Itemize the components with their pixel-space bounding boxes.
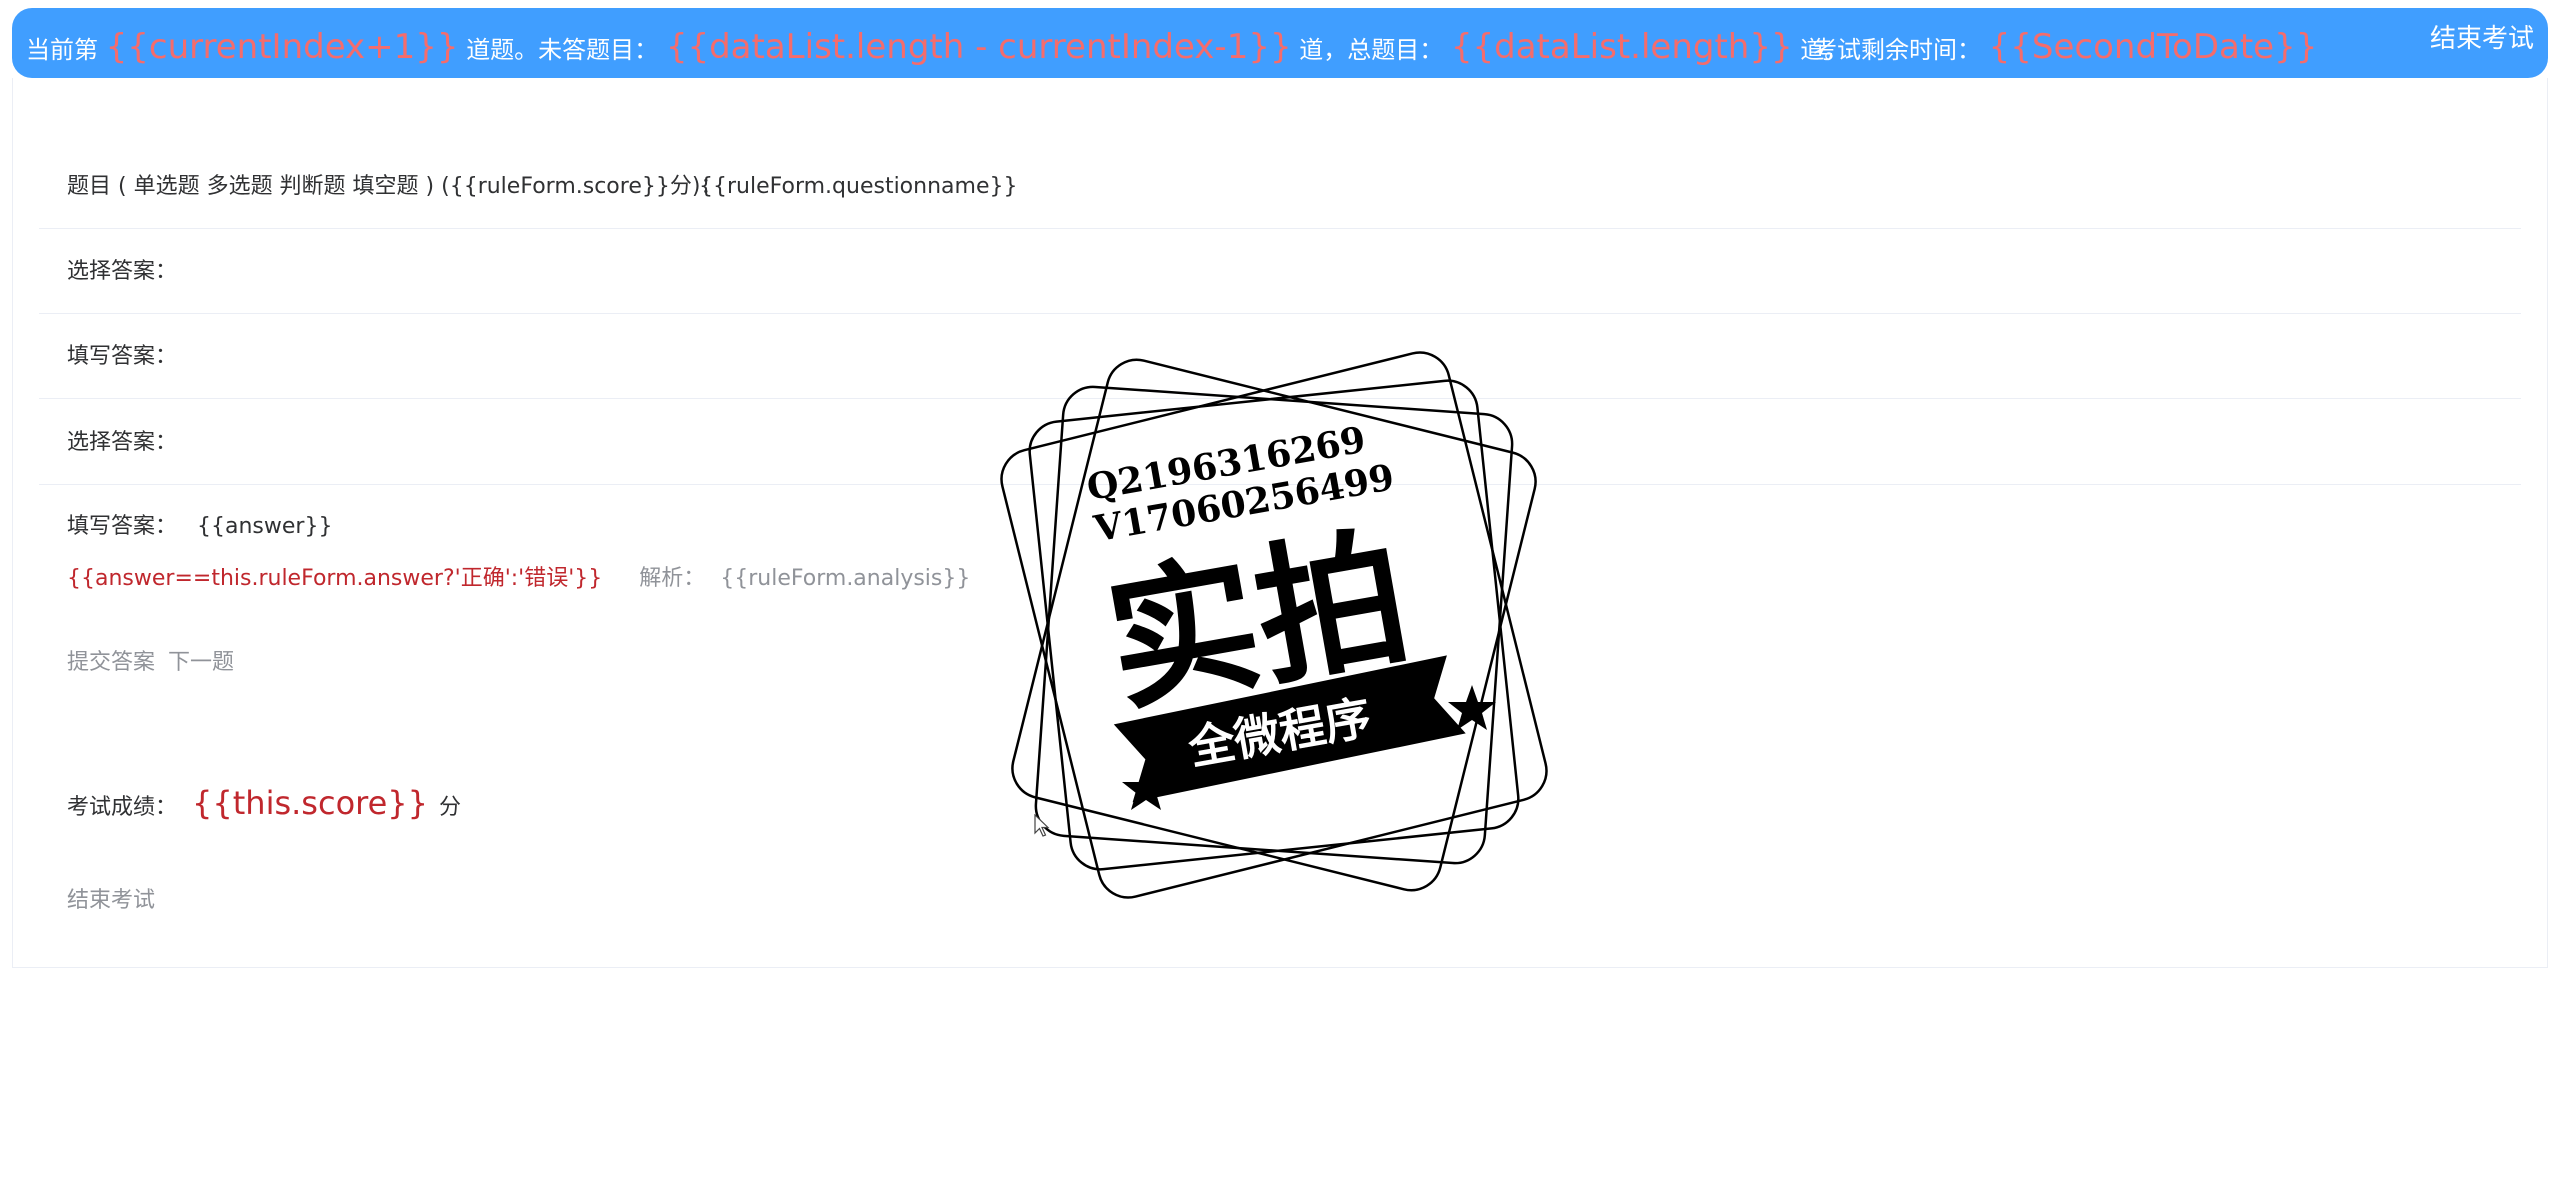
exam-status-bar: 当前第 {{currentIndex+1}} 道题。未答题目： {{dataLi… — [12, 8, 2548, 78]
end-exam-button-bottom[interactable]: 结束考试 — [67, 888, 155, 913]
time-value: {{SecondToDate}} — [1988, 27, 2318, 67]
current-index: {{currentIndex+1}} — [105, 27, 459, 67]
score-label: 考试成绩： — [67, 795, 178, 820]
score-value: {{this.score}} — [192, 784, 428, 822]
choice-answer-row-1[interactable]: 选择答案： — [39, 229, 2521, 314]
end-exam-row: 结束考试 — [67, 882, 155, 914]
end-exam-button-top[interactable]: 结束考试 — [2430, 8, 2534, 78]
remaining-time: 考试剩余时间： {{SecondToDate}} — [1813, 8, 2317, 78]
mouse-cursor-icon — [1034, 814, 1050, 837]
progress-info: 当前第 {{currentIndex+1}} 道题。未答题目： {{dataLi… — [26, 8, 1848, 78]
fill-answer-label: 填写答案： — [67, 514, 178, 539]
exam-panel: 题目 ( 单选题 多选题 判断题 填空题 ) ({{ruleForm.score… — [12, 78, 2548, 968]
current-suffix: 道题。未答题目： — [466, 36, 659, 64]
analysis-label: 解析： — [639, 566, 706, 591]
exam-page: 当前第 {{currentIndex+1}} 道题。未答题目： {{dataLi… — [0, 0, 2554, 1187]
question-text: {{ruleForm.questionname}} — [699, 174, 1018, 199]
unanswered-count: {{dataList.length - currentIndex-1}} — [665, 27, 1292, 67]
time-label: 考试剩余时间： — [1813, 36, 1981, 64]
unanswered-suffix: 道，总题目： — [1299, 36, 1444, 64]
fill-answer-value[interactable]: {{answer}} — [197, 484, 332, 569]
fill-answer-row-1[interactable]: 填写答案： — [39, 314, 2521, 399]
question-row: 题目 ( 单选题 多选题 判断题 填空题 ) ({{ruleForm.score… — [39, 144, 2521, 229]
choice-answer-row-2[interactable]: 选择答案： — [39, 400, 2521, 485]
analysis-value: {{ruleForm.analysis}} — [720, 566, 971, 591]
next-question-button[interactable]: 下一题 — [168, 650, 234, 675]
current-prefix: 当前第 — [26, 36, 98, 64]
action-buttons: 提交答案 下一题 — [67, 644, 234, 676]
submit-answer-button[interactable]: 提交答案 — [67, 650, 155, 675]
question-label: 题目 ( 单选题 多选题 判断题 填空题 ) ({{ruleForm.score… — [67, 174, 723, 199]
choice-answer-label: 选择答案： — [67, 259, 178, 284]
total-count: {{dataList.length}} — [1450, 27, 1793, 67]
choice-answer-label: 选择答案： — [67, 430, 178, 455]
fill-answer-row-2[interactable]: 填写答案： {{answer}} — [39, 484, 2521, 569]
fill-answer-label: 填写答案： — [67, 344, 178, 369]
exam-score: 考试成绩： {{this.score}} 分 — [67, 784, 461, 822]
score-unit: 分 — [439, 795, 462, 820]
result-line: {{answer==this.ruleForm.answer?'正确':'错误'… — [67, 560, 970, 592]
result-status: {{answer==this.ruleForm.answer?'正确':'错误'… — [67, 566, 603, 591]
